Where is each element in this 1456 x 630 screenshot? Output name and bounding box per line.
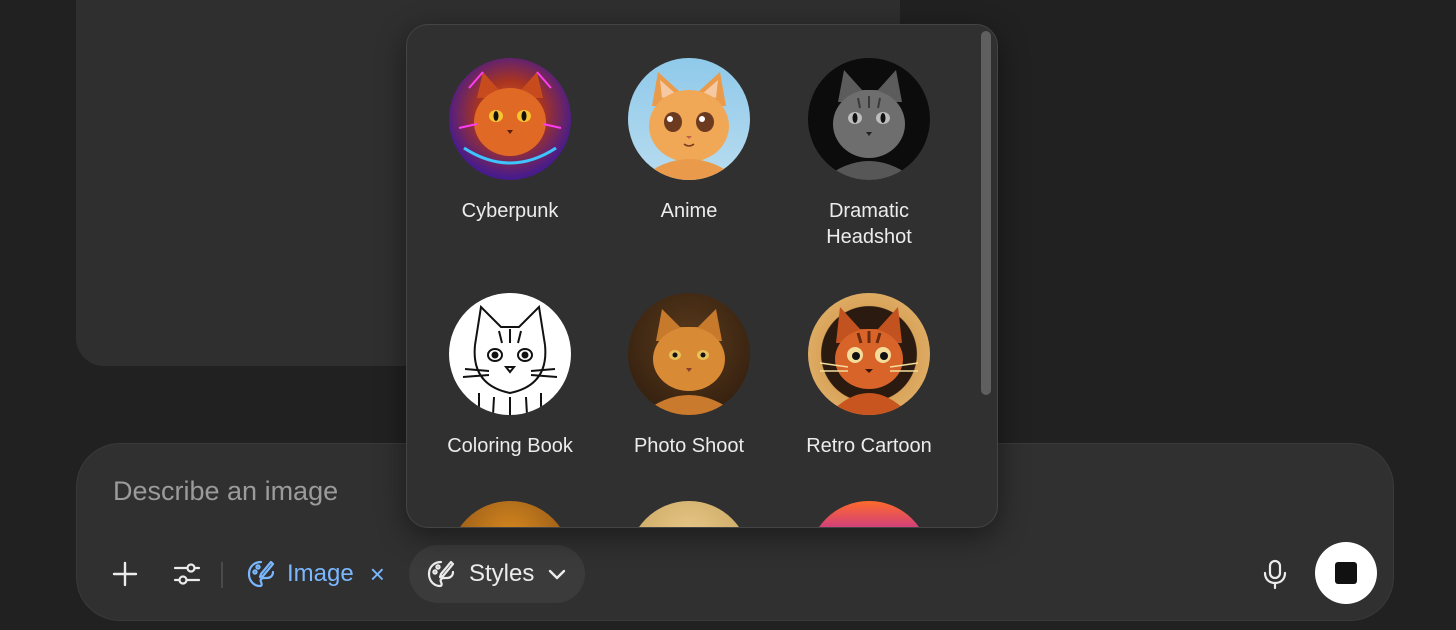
style-option-anime[interactable]: Anime — [599, 58, 779, 224]
styles-label: Styles — [469, 560, 535, 587]
plus-icon — [112, 561, 138, 587]
style-label: Coloring Book — [447, 435, 573, 457]
style-option-dramatic-headshot[interactable]: Dramatic Headshot — [779, 58, 959, 250]
style-label: Cyberpunk — [461, 200, 559, 222]
toolbar-divider — [221, 562, 223, 588]
sliders-icon — [173, 563, 201, 585]
menu-scrollbar[interactable] — [981, 31, 991, 395]
stop-icon — [1335, 562, 1357, 584]
style-thumbnail — [628, 501, 750, 527]
chevron-down-icon — [549, 569, 566, 580]
style-option-partial-3[interactable] — [779, 501, 959, 527]
retro-cartoon-cat-thumbnail — [808, 293, 930, 415]
palette-icon — [247, 560, 275, 588]
style-thumbnail — [449, 501, 571, 527]
tools-button[interactable] — [167, 556, 207, 592]
palette-icon — [427, 560, 455, 588]
style-label: Photo Shoot — [633, 435, 745, 457]
style-option-retro-cartoon[interactable]: Retro Cartoon — [779, 293, 959, 459]
style-thumbnail — [808, 501, 930, 527]
voice-input-button[interactable] — [1257, 556, 1293, 592]
style-label: Dramatic Headshot — [826, 200, 912, 248]
styles-menu: Cyberpunk Anime Dramatic Headshot Colori… — [406, 24, 998, 528]
style-option-photo-shoot[interactable]: Photo Shoot — [599, 293, 779, 459]
image-chip-label: Image — [287, 560, 354, 587]
prompt-input[interactable]: Describe an image — [113, 476, 338, 507]
style-label: Retro Cartoon — [806, 435, 932, 457]
remove-image-chip-button[interactable]: × — [370, 559, 385, 590]
coloring-book-cat-thumbnail — [449, 293, 571, 415]
cyberpunk-cat-thumbnail — [449, 58, 571, 180]
stop-button[interactable] — [1315, 542, 1377, 604]
styles-dropdown-button[interactable]: Styles — [409, 545, 585, 603]
dramatic-headshot-cat-thumbnail — [808, 58, 930, 180]
style-option-cyberpunk[interactable]: Cyberpunk — [420, 58, 600, 224]
anime-cat-thumbnail — [628, 58, 750, 180]
style-option-partial-1[interactable] — [420, 501, 600, 527]
style-option-coloring-book[interactable]: Coloring Book — [420, 293, 600, 459]
style-label: Anime — [660, 200, 718, 222]
photo-shoot-cat-thumbnail — [628, 293, 750, 415]
image-tool-chip[interactable]: Image × — [245, 556, 385, 592]
style-option-partial-2[interactable] — [599, 501, 779, 527]
add-button[interactable] — [105, 556, 145, 592]
microphone-icon — [1263, 559, 1287, 590]
